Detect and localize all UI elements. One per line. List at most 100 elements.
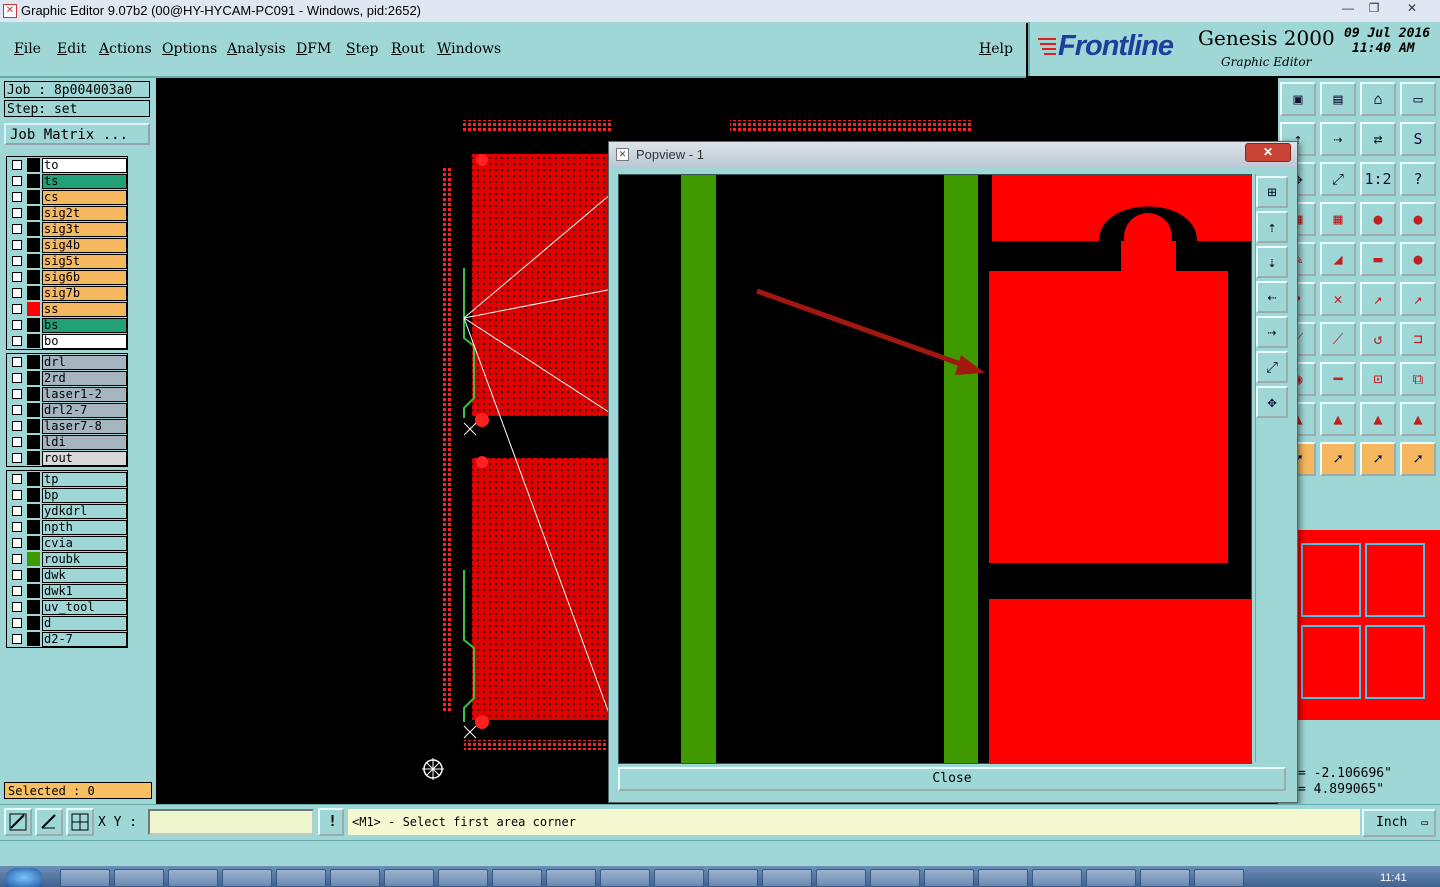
popview-titlebar[interactable]: ✕ Popview - 1 ✕ (609, 142, 1297, 168)
window-button[interactable]: ▭ (1400, 82, 1436, 116)
connect-button[interactable]: ↗ (1360, 282, 1396, 316)
layer-color-swatch[interactable] (27, 552, 40, 566)
taskbar-item[interactable] (384, 869, 434, 887)
layer-checkbox[interactable] (12, 336, 22, 346)
layer-row-bo[interactable]: bo (7, 333, 127, 349)
layer-checkbox[interactable] (12, 176, 22, 186)
pad-button[interactable]: ● (1400, 242, 1436, 276)
taskbar-item[interactable] (816, 869, 866, 887)
layer-checkbox[interactable] (12, 453, 22, 463)
grid-button[interactable]: ▦ (1320, 202, 1356, 236)
layer-name[interactable]: bs (42, 318, 127, 333)
fit-button[interactable]: ⤢ (1256, 351, 1288, 383)
xy-input[interactable] (148, 809, 314, 835)
grid-button[interactable] (66, 808, 94, 836)
box-button[interactable]: ⊡ (1360, 362, 1396, 396)
layer-color-swatch[interactable] (27, 318, 40, 332)
layer-checkbox[interactable] (12, 522, 22, 532)
menu-edit[interactable]: Edit (57, 41, 86, 57)
layer-checkbox[interactable] (12, 272, 22, 282)
layer-name[interactable]: cs (42, 190, 127, 205)
start-button[interactable] (6, 868, 42, 887)
layer-name[interactable]: sig3t (42, 222, 127, 237)
layer-row-ts[interactable]: ts (7, 173, 127, 189)
layer-color-swatch[interactable] (27, 568, 40, 582)
cross-button[interactable]: ✕ (1320, 282, 1356, 316)
layer-name[interactable]: npth (42, 520, 127, 535)
layer-row-bs[interactable]: bs (7, 317, 127, 333)
zoom-fit-button[interactable]: ⤢ (1320, 162, 1356, 196)
popview-close-button[interactable]: Close (618, 767, 1286, 791)
layer-row-to[interactable]: to (7, 157, 127, 173)
layer-checkbox[interactable] (12, 421, 22, 431)
layer-checkbox[interactable] (12, 570, 22, 580)
layer-color-swatch[interactable] (27, 286, 40, 300)
menu-step[interactable]: Step (346, 41, 378, 57)
s-curve-button[interactable]: S (1400, 122, 1436, 156)
taskbar-item[interactable] (708, 869, 758, 887)
layer-row-dwk1[interactable]: dwk1 (7, 583, 127, 599)
layer-checkbox[interactable] (12, 618, 22, 628)
layer-name[interactable]: roubk (42, 552, 127, 567)
taskbar-item[interactable] (330, 869, 380, 887)
layer-color-swatch[interactable] (27, 158, 40, 172)
menu-windows[interactable]: Windows (437, 41, 501, 57)
layer-row-bp[interactable]: bp (7, 487, 127, 503)
layer-color-swatch[interactable] (27, 419, 40, 433)
layer-checkbox[interactable] (12, 506, 22, 516)
layer-row-npth[interactable]: npth (7, 519, 127, 535)
layer-checkbox[interactable] (12, 192, 22, 202)
menu-help[interactable]: Help (979, 41, 1013, 57)
taskbar-item[interactable] (114, 869, 164, 887)
layer-row-cs[interactable]: cs (7, 189, 127, 205)
taskbar-item[interactable] (600, 869, 650, 887)
layer-name[interactable]: ss (42, 302, 127, 317)
layer-name[interactable]: dwk1 (42, 584, 127, 599)
rect-tool-button[interactable]: ⧉ (1400, 362, 1436, 396)
menu-file[interactable]: File (14, 41, 41, 57)
layer-name[interactable]: drl2-7 (42, 403, 127, 418)
layer-color-swatch[interactable] (27, 600, 40, 614)
layer-row-laser7-8[interactable]: laser7-8 (7, 418, 127, 434)
layer-name[interactable]: bp (42, 488, 127, 503)
unit-selector[interactable]: Inch ▭ (1362, 809, 1436, 837)
popview-canvas[interactable] (618, 174, 1252, 764)
arc-button[interactable]: ↺ (1360, 322, 1396, 356)
scale-1-2-button[interactable]: 1:2 (1360, 162, 1396, 196)
layer-color-swatch[interactable] (27, 238, 40, 252)
menu-rout[interactable]: Rout (391, 41, 425, 57)
layer-row-rout[interactable]: rout (7, 450, 127, 466)
layer-row-uv_tool[interactable]: uv_tool (7, 599, 127, 615)
layer-checkbox[interactable] (12, 357, 22, 367)
taskbar-item[interactable] (870, 869, 920, 887)
menu-options[interactable]: Options (162, 41, 217, 57)
layer-color-swatch[interactable] (27, 504, 40, 518)
layer-row-d[interactable]: d (7, 615, 127, 631)
zoom-in-button[interactable]: ⊞ (1256, 176, 1288, 208)
line-tool-button[interactable]: ◢ (1320, 242, 1356, 276)
layer-name[interactable]: laser7-8 (42, 419, 127, 434)
layer-name[interactable]: laser1-2 (42, 387, 127, 402)
layer-color-swatch[interactable] (27, 387, 40, 401)
layer-name[interactable]: sig7b (42, 286, 127, 301)
layer-row-sig2t[interactable]: sig2t (7, 205, 127, 221)
layer-color-swatch[interactable] (27, 435, 40, 449)
taskbar-item[interactable] (924, 869, 974, 887)
taskbar-item[interactable] (60, 869, 110, 887)
layer-color-swatch[interactable] (27, 584, 40, 598)
taskbar-item[interactable] (762, 869, 812, 887)
triangle-button[interactable]: ▲ (1320, 402, 1356, 436)
layer-checkbox[interactable] (12, 554, 22, 564)
layer-row-d2-7[interactable]: d2-7 (7, 631, 127, 647)
layer-row-drl2-7[interactable]: drl2-7 (7, 402, 127, 418)
layer-row-dwk[interactable]: dwk (7, 567, 127, 583)
layer-checkbox[interactable] (12, 538, 22, 548)
layer-color-swatch[interactable] (27, 616, 40, 630)
select-circle-button[interactable]: ➚ (1360, 442, 1396, 476)
layer-name[interactable]: 2rd (42, 371, 127, 386)
save-button[interactable]: ▤ (1320, 82, 1356, 116)
layer-color-swatch[interactable] (27, 174, 40, 188)
layer-name[interactable]: ldi (42, 435, 127, 450)
triangle-up-button[interactable]: ▲ (1360, 402, 1396, 436)
taskbar-item[interactable] (438, 869, 488, 887)
